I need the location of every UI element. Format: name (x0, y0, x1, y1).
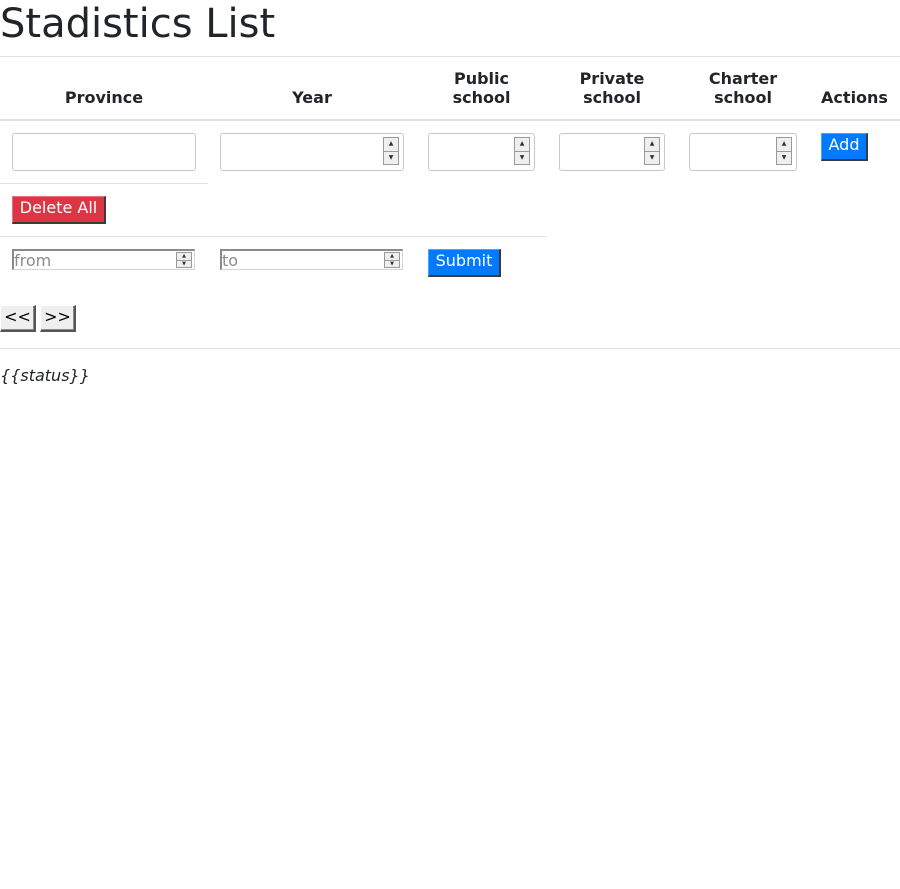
header-province: Province (64, 88, 144, 107)
spin-down-icon[interactable]: ▼ (176, 260, 192, 268)
public-school-input[interactable]: ▲ ▼ (428, 133, 535, 171)
header-private-line1: Private (579, 69, 645, 88)
to-spinner[interactable]: ▲ ▼ (384, 252, 400, 268)
spin-up-icon[interactable]: ▲ (384, 252, 400, 261)
year-spinner[interactable]: ▲ ▼ (383, 137, 399, 165)
delete-all-button[interactable]: Delete All (12, 196, 106, 224)
spin-down-icon[interactable]: ▼ (384, 260, 400, 268)
spin-up-icon[interactable]: ▲ (776, 137, 792, 152)
header-private-line2: school (583, 88, 641, 107)
table-header-border (0, 119, 900, 121)
header-charter-school: Charter school (677, 69, 809, 107)
header-public-school: Public school (416, 69, 547, 107)
next-page-button[interactable]: >> (40, 305, 76, 332)
province-input[interactable] (12, 133, 196, 171)
spin-up-icon[interactable]: ▲ (644, 137, 660, 152)
table-top-border (0, 56, 900, 57)
charter-school-spinner[interactable]: ▲ ▼ (776, 137, 792, 165)
header-actions: Actions (821, 88, 888, 107)
status-text: {{status}} (0, 366, 90, 385)
private-school-input[interactable]: ▲ ▼ (559, 133, 665, 171)
row-divider-2 (0, 236, 547, 237)
year-input[interactable]: ▲ ▼ (220, 133, 404, 171)
from-placeholder: from (14, 251, 52, 270)
header-charter-line2: school (714, 88, 772, 107)
header-public-line2: school (452, 88, 511, 107)
to-placeholder: to (222, 251, 239, 270)
from-year-input[interactable]: from ▲ ▼ (12, 249, 195, 270)
prev-page-button[interactable]: << (0, 305, 36, 332)
spin-down-icon[interactable]: ▼ (776, 151, 792, 165)
submit-button[interactable]: Submit (428, 249, 501, 277)
row-divider-1 (0, 183, 208, 184)
header-public-line1: Public (453, 69, 510, 88)
header-year: Year (292, 88, 332, 107)
private-school-spinner[interactable]: ▲ ▼ (644, 137, 660, 165)
page-title: Stadistics List (0, 1, 276, 47)
spin-down-icon[interactable]: ▼ (514, 151, 530, 165)
header-charter-line1: Charter (708, 69, 778, 88)
to-year-input[interactable]: to ▲ ▼ (220, 249, 403, 270)
spin-down-icon[interactable]: ▼ (383, 151, 399, 165)
header-private-school: Private school (547, 69, 677, 107)
spin-up-icon[interactable]: ▲ (383, 137, 399, 152)
from-spinner[interactable]: ▲ ▼ (176, 252, 192, 268)
status-divider (0, 348, 900, 349)
spin-up-icon[interactable]: ▲ (176, 252, 192, 261)
public-school-spinner[interactable]: ▲ ▼ (514, 137, 530, 165)
spin-down-icon[interactable]: ▼ (644, 151, 660, 165)
charter-school-input[interactable]: ▲ ▼ (689, 133, 797, 171)
spin-up-icon[interactable]: ▲ (514, 137, 530, 152)
add-button[interactable]: Add (821, 133, 868, 161)
